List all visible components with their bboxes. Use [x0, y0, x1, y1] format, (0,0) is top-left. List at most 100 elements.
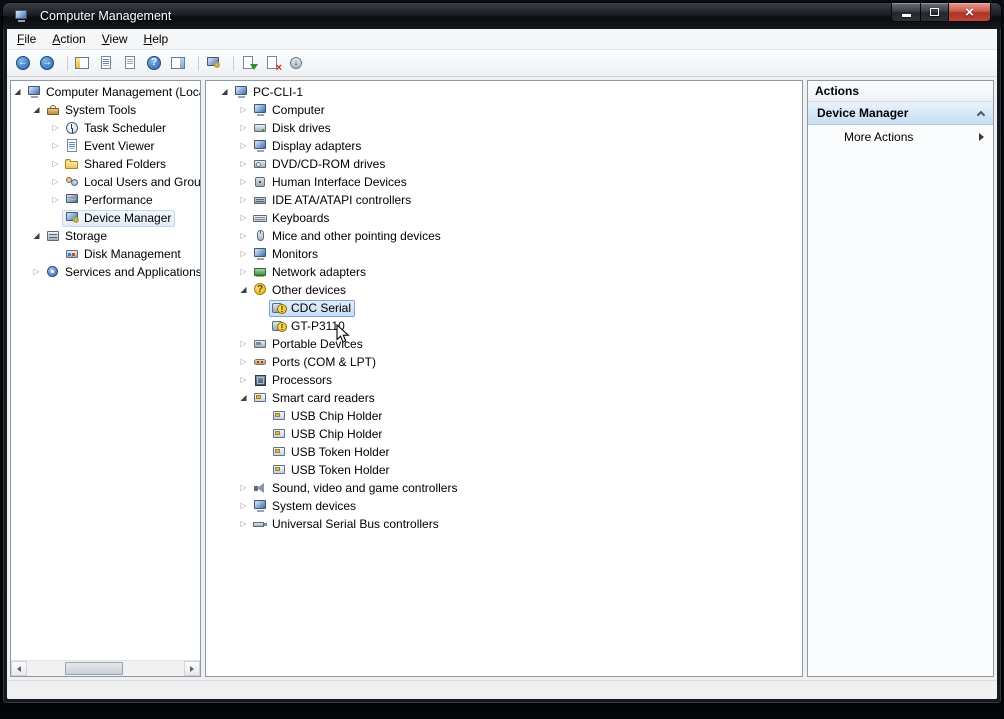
toolbar-button[interactable]	[168, 52, 192, 75]
tree-item[interactable]: Ports (COM & LPT)	[218, 353, 802, 371]
toolbar-button[interactable]	[37, 52, 61, 75]
chevron-up-icon[interactable]	[976, 110, 986, 119]
export-list-icon	[99, 56, 114, 70]
close-button[interactable]	[948, 3, 991, 22]
expander-icon[interactable]	[30, 101, 43, 119]
expander-icon[interactable]	[237, 371, 250, 389]
menu-item[interactable]: Help	[136, 29, 177, 49]
expander-icon[interactable]	[237, 101, 250, 119]
tree-item[interactable]: System devices	[218, 497, 802, 515]
ports-icon	[253, 355, 268, 369]
tree-item[interactable]: Universal Serial Bus controllers	[218, 515, 802, 533]
tree-item[interactable]: Display adapters	[218, 137, 802, 155]
tree-item[interactable]: USB Chip Holder	[218, 407, 802, 425]
expander-icon[interactable]	[237, 263, 250, 281]
tree-item[interactable]: Computer	[218, 101, 802, 119]
tree-item[interactable]: Disk Management	[11, 245, 200, 263]
tree-item[interactable]: Task Scheduler	[11, 119, 200, 137]
toolbar-button[interactable]	[262, 52, 286, 75]
tree-item[interactable]: USB Token Holder	[218, 461, 802, 479]
tree-item[interactable]: Processors	[218, 371, 802, 389]
toolbar-button[interactable]	[198, 52, 227, 75]
tree-item[interactable]: Portable Devices	[218, 335, 802, 353]
titlebar[interactable]: Computer Management	[3, 3, 1001, 29]
maximize-button[interactable]	[920, 3, 949, 22]
tree-item[interactable]: IDE ATA/ATAPI controllers	[218, 191, 802, 209]
toolbar-button[interactable]	[286, 52, 310, 75]
expander-icon[interactable]	[49, 173, 62, 191]
tree-item[interactable]: Sound, video and game controllers	[218, 479, 802, 497]
toolbar-button[interactable]	[67, 52, 96, 75]
expander-icon[interactable]	[49, 119, 62, 137]
tree-item[interactable]: System Tools	[11, 101, 200, 119]
toolbar-button[interactable]	[13, 52, 37, 75]
tree-item[interactable]: Storage	[11, 227, 200, 245]
tree-item[interactable]: Local Users and Groups	[11, 173, 200, 191]
expander-icon[interactable]	[237, 173, 250, 191]
tree-item[interactable]: DVD/CD-ROM drives	[218, 155, 802, 173]
chevron-right-icon[interactable]	[979, 132, 984, 141]
toolbar-button[interactable]	[120, 52, 144, 75]
tree-item[interactable]: Event Viewer	[11, 137, 200, 155]
toolbar-button[interactable]	[96, 52, 120, 75]
expander-icon[interactable]	[237, 281, 250, 299]
expander-icon[interactable]	[237, 119, 250, 137]
minimize-button[interactable]	[891, 3, 921, 22]
expander-icon[interactable]	[11, 83, 24, 101]
tree-item[interactable]: PC-CLI-1	[218, 83, 802, 101]
tree-item-label: Shared Folders	[84, 157, 167, 171]
expander-icon[interactable]	[237, 245, 250, 263]
expander-icon[interactable]	[237, 227, 250, 245]
tree-item[interactable]: Monitors	[218, 245, 802, 263]
expander-icon[interactable]	[237, 353, 250, 371]
tree-item[interactable]: Human Interface Devices	[218, 173, 802, 191]
expander-icon[interactable]	[49, 155, 62, 173]
expander-icon[interactable]	[30, 227, 43, 245]
expander-icon[interactable]	[237, 155, 250, 173]
expander-icon[interactable]	[237, 389, 250, 407]
tree-item[interactable]: Disk drives	[218, 119, 802, 137]
disk-management-icon	[65, 247, 80, 261]
expander-icon[interactable]	[237, 137, 250, 155]
console-tree: Computer Management (Local System Tools	[11, 81, 200, 660]
expander-icon[interactable]	[218, 83, 231, 101]
tree-item[interactable]: Mice and other pointing devices	[218, 227, 802, 245]
scrollbar-thumb[interactable]	[65, 662, 123, 675]
tree-item[interactable]: CDC Serial	[218, 299, 802, 317]
tree-item[interactable]: Services and Applications	[11, 263, 200, 281]
tree-item[interactable]: Smart card readers	[218, 389, 802, 407]
expander-icon[interactable]	[237, 209, 250, 227]
horizontal-scrollbar[interactable]	[11, 660, 200, 676]
expander-icon[interactable]	[237, 497, 250, 515]
actions-section-device-manager[interactable]: Device Manager	[808, 102, 993, 125]
expander-icon[interactable]	[30, 263, 43, 281]
menu-item[interactable]: View	[94, 29, 136, 49]
tree-item[interactable]: Other devices	[218, 281, 802, 299]
actions-section-more-actions[interactable]: More Actions	[808, 125, 993, 148]
tree-item-label: Monitors	[272, 247, 319, 261]
device-manager-icon	[65, 211, 80, 225]
expander-icon[interactable]	[49, 191, 62, 209]
expander-icon[interactable]	[237, 191, 250, 209]
expander-icon[interactable]	[237, 515, 250, 533]
tree-item[interactable]: Device Manager	[11, 209, 200, 227]
tree-item[interactable]: Network adapters	[218, 263, 802, 281]
tree-item[interactable]: USB Chip Holder	[218, 425, 802, 443]
scrollbar-track[interactable]	[27, 661, 184, 676]
tree-item[interactable]: Shared Folders	[11, 155, 200, 173]
tree-item[interactable]: Performance	[11, 191, 200, 209]
scroll-right-button[interactable]	[184, 661, 200, 676]
scroll-left-button[interactable]	[11, 661, 27, 676]
toolbar-button[interactable]	[144, 52, 168, 75]
tree-item[interactable]: Keyboards	[218, 209, 802, 227]
menu-item[interactable]: File	[9, 29, 44, 49]
expander-icon[interactable]	[237, 335, 250, 353]
menu-item[interactable]: Action	[44, 29, 93, 49]
tree-item[interactable]: GT-P3110	[218, 317, 802, 335]
toolbar-button[interactable]	[233, 52, 262, 75]
tree-item[interactable]: Computer Management (Local	[11, 83, 200, 101]
expander-icon[interactable]	[49, 137, 62, 155]
tree-item[interactable]: USB Token Holder	[218, 443, 802, 461]
expander-icon[interactable]	[237, 479, 250, 497]
tree-item-label: Network adapters	[272, 265, 367, 279]
